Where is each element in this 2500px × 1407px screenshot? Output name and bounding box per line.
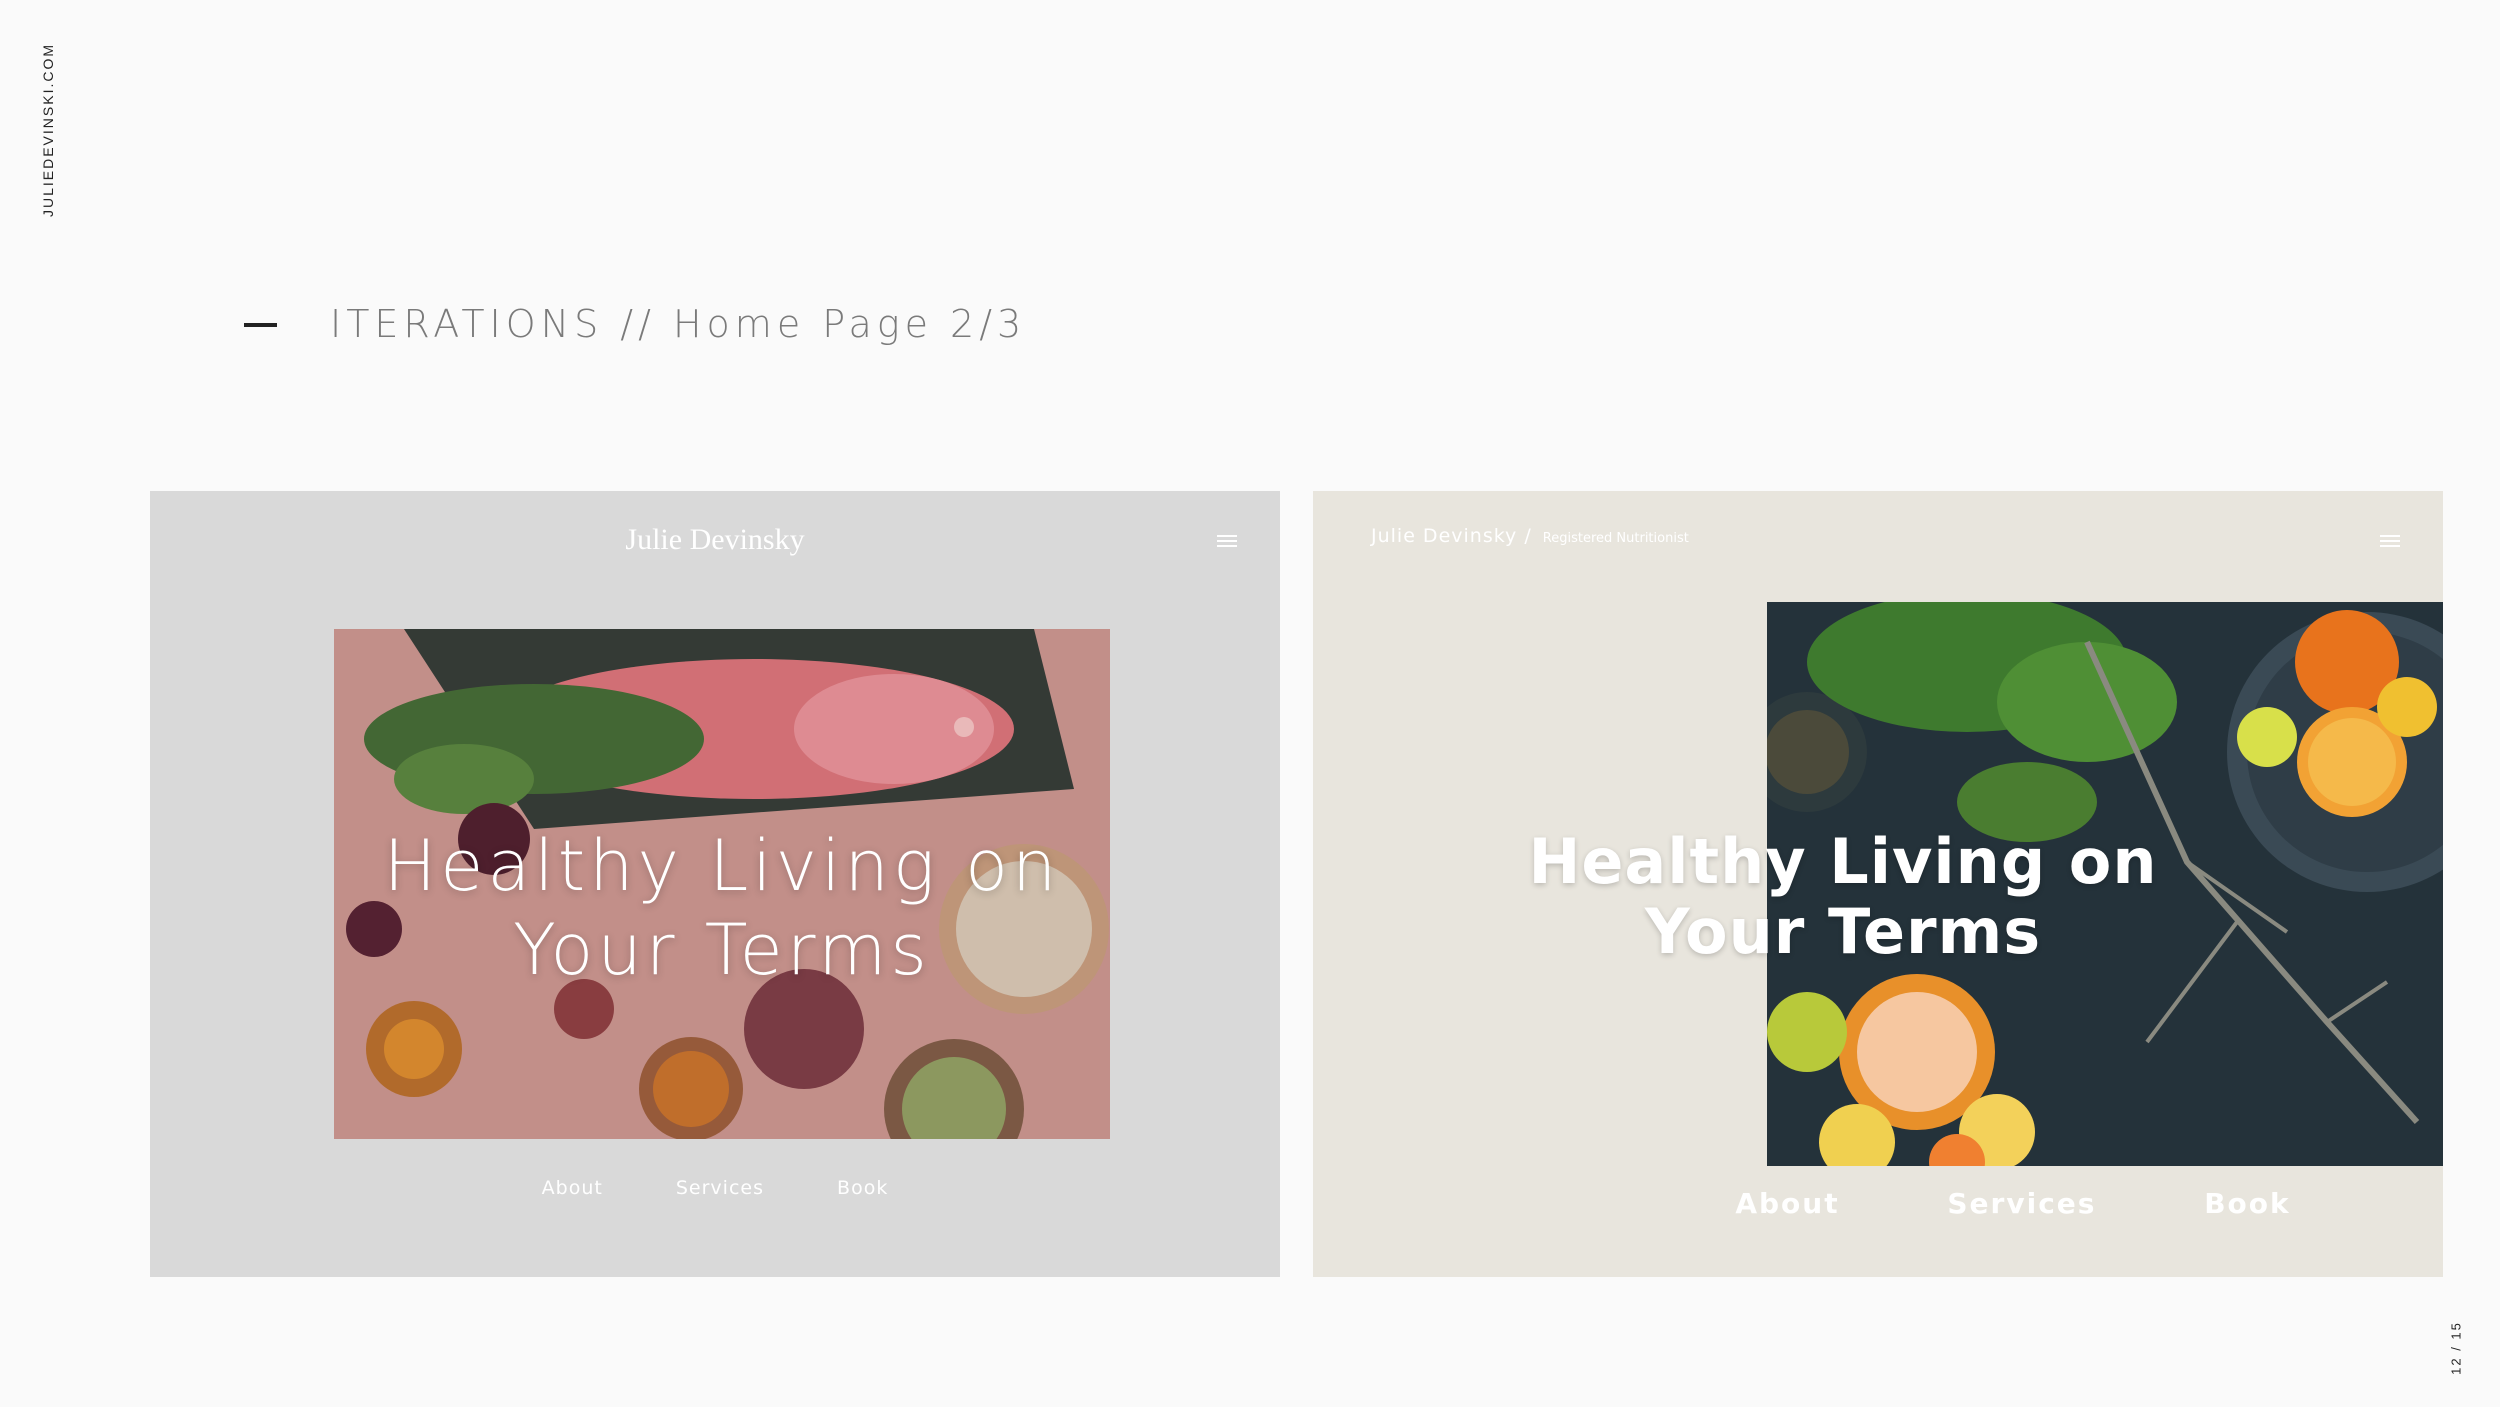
mockup-iteration-1: Julie Devinsky Healthy Living on Your Te… xyxy=(150,491,1280,1277)
mockup-iteration-2: Julie Devinsky / Registered Nutritionist xyxy=(1313,491,2443,1277)
mockup2-hero-line2: Your Terms xyxy=(1644,895,2042,968)
mockup2-brand-name: Julie Devinsky xyxy=(1371,525,1518,547)
nav-about-link[interactable]: About xyxy=(542,1177,603,1199)
mockup2-brand-separator: / xyxy=(1524,525,1532,547)
mockup1-hero-line2: Your Terms xyxy=(513,909,931,991)
mockup1-brand[interactable]: Julie Devinsky xyxy=(150,523,1280,557)
mockup2-hero-line1: Healthy Living on xyxy=(1528,825,2158,898)
hamburger-menu-icon[interactable] xyxy=(1217,535,1237,549)
site-url-text: JULIEDEVINSKI.COM xyxy=(40,42,56,218)
page-counter-text: 12 / 15 xyxy=(2448,1321,2464,1375)
heading-dash xyxy=(244,323,277,327)
nav-services-link[interactable]: Services xyxy=(1947,1187,2096,1220)
nav-book-link[interactable]: Book xyxy=(837,1177,888,1199)
nav-services-link[interactable]: Services xyxy=(676,1177,764,1199)
mockup2-hero-headline: Healthy Living on Your Terms xyxy=(1443,827,2243,967)
nav-book-link[interactable]: Book xyxy=(2204,1187,2290,1220)
mockup2-brand-tagline: Registered Nutritionist xyxy=(1542,531,1689,546)
mockup2-brand[interactable]: Julie Devinsky / Registered Nutritionist xyxy=(1371,525,1689,547)
mockup1-hero-line1: Healthy Living on xyxy=(383,825,1061,907)
hamburger-menu-icon[interactable] xyxy=(2380,535,2400,549)
page-counter: 12 / 15 xyxy=(2446,1318,2466,1378)
page-heading: ITERATIONS // Home Page 2/3 xyxy=(330,302,1027,346)
mockup1-hero-image: Healthy Living on Your Terms xyxy=(334,629,1110,1139)
mockup2-nav: About Services Book xyxy=(1613,1187,2413,1220)
mockup1-hero-headline: Healthy Living on Your Terms xyxy=(334,824,1110,992)
mockup1-nav: About Services Book xyxy=(150,1177,1280,1199)
side-url-label: JULIEDEVINSKI.COM xyxy=(38,40,58,220)
nav-about-link[interactable]: About xyxy=(1735,1187,1839,1220)
